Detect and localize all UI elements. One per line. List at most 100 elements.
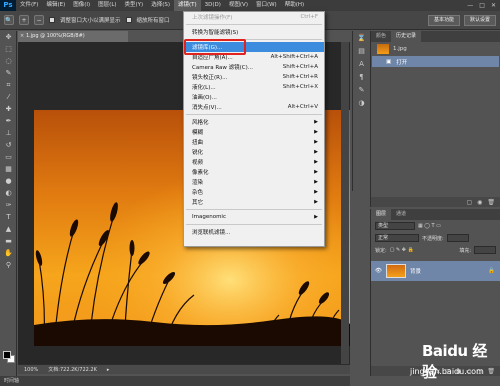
paragraph-panel-icon[interactable]: ¶ (353, 70, 370, 83)
layer-background[interactable]: 👁 背景 🔒 (371, 261, 500, 281)
tab-color[interactable]: 颜色 (371, 31, 391, 42)
type-tool-icon[interactable]: T (0, 211, 17, 223)
filter-menu-item[interactable]: 像素化 ▶ (184, 167, 324, 177)
zoom-level[interactable]: 100% (24, 367, 38, 373)
tab-layers[interactable]: 图层 (371, 209, 392, 220)
menu-item[interactable]: 编辑(E) (42, 0, 69, 11)
gradient-tool-icon[interactable]: ▦ (0, 163, 17, 175)
fill-field[interactable] (474, 246, 496, 254)
brush-tool-icon[interactable]: ✒ (0, 115, 17, 127)
filter-menu-item[interactable]: 液化(L)... Shift+Ctrl+X (184, 82, 324, 92)
tab-history[interactable]: 历史记录 (391, 31, 422, 42)
menu-item[interactable]: 3D(D) (201, 0, 225, 11)
menu-item[interactable]: 文件(F) (16, 0, 42, 11)
menu-item[interactable]: 选择(S) (147, 0, 174, 11)
filter-menu-item[interactable]: 模糊 ▶ (184, 127, 324, 137)
menu-item[interactable]: 窗口(W) (252, 0, 281, 11)
photoshop-logo: Ps (0, 0, 16, 11)
window-controls: — □ ✕ (467, 2, 500, 9)
filter-menu-item[interactable]: 扭曲 ▶ (184, 137, 324, 147)
menu-item[interactable]: 滤镜(T) (173, 0, 201, 11)
shape-tool-icon[interactable]: ▬ (0, 235, 17, 247)
menu-item[interactable]: 图层(L) (94, 0, 120, 11)
new-document-icon[interactable]: ▢ (466, 199, 472, 206)
filter-menu-item-label: 像素化 (192, 170, 209, 176)
dodge-tool-icon[interactable]: ◐ (0, 187, 17, 199)
filter-menu-item[interactable]: 镜头校正(R)... Shift+Ctrl+R (184, 72, 324, 82)
crop-tool-icon[interactable]: ⌗ (0, 79, 17, 91)
timeline-tab[interactable]: 时间轴 (0, 376, 350, 386)
filter-menu-item-label: 油画(O)... (192, 95, 217, 101)
trash-icon[interactable]: 🗑 (487, 199, 495, 206)
filter-menu-item[interactable]: 锐化 ▶ (184, 147, 324, 157)
zoom-tool-icon[interactable]: 🔍 (4, 15, 14, 25)
history-snapshot[interactable]: 1.jpg (371, 42, 500, 56)
vertical-scrollbar[interactable] (341, 42, 349, 364)
character-panel-icon[interactable]: A (353, 57, 370, 70)
kind-filter-select[interactable]: 类型 (375, 222, 415, 230)
workspace-button[interactable]: 基本功能 (428, 15, 460, 26)
zoom-tool-box-icon[interactable]: ⚲ (0, 259, 17, 271)
blur-tool-icon[interactable]: ● (0, 175, 17, 187)
menu-item[interactable]: 类型(Y) (121, 0, 148, 11)
lasso-tool-icon[interactable]: ◌ (0, 55, 17, 67)
eye-icon[interactable]: 👁 (375, 268, 382, 274)
quick-select-tool-icon[interactable]: ✎ (0, 67, 17, 79)
filter-menu-item[interactable]: 杂色 ▶ (184, 187, 324, 197)
filter-menu-item[interactable]: Imagenomic ▶ (184, 212, 324, 222)
marquee-tool-icon[interactable]: ⬚ (0, 43, 17, 55)
history-step[interactable]: ▣ 打开 (372, 56, 499, 67)
brush-panel-icon[interactable]: ✎ (353, 83, 370, 96)
filter-menu-shortcut: Shift+Ctrl+A (282, 64, 318, 70)
resize-windows-label: 调整窗口大小以满屏显示 (60, 18, 121, 24)
filter-menu-item-label: 其它 (192, 200, 204, 206)
filter-menu-item[interactable]: 其它 ▶ (184, 197, 324, 207)
hand-tool-icon[interactable]: ✋ (0, 247, 17, 259)
filter-menu-item-label: Imagenomic (192, 214, 226, 220)
close-button[interactable]: ✕ (491, 2, 496, 9)
healing-tool-icon[interactable]: ✚ (0, 103, 17, 115)
history-panel-tabs: 颜色 历史记录 (371, 31, 500, 42)
resize-windows-checkbox[interactable] (49, 17, 55, 23)
snapshot-icon[interactable]: ◉ (477, 199, 482, 206)
stamp-tool-icon[interactable]: ⊥ (0, 127, 17, 139)
pen-tool-icon[interactable]: ✑ (0, 199, 17, 211)
filter-menu-item[interactable]: 风格化 ▶ (184, 117, 324, 127)
maximize-button[interactable]: □ (479, 2, 485, 9)
status-arrow-icon[interactable]: ▸ (107, 367, 110, 373)
menu-item[interactable]: 帮助(H) (281, 0, 308, 11)
path-select-tool-icon[interactable]: ▲ (0, 223, 17, 235)
menu-item[interactable]: 视图(V) (225, 0, 252, 11)
eraser-tool-icon[interactable]: ▭ (0, 151, 17, 163)
tab-channels[interactable]: 通道 (391, 209, 411, 220)
history-brush-icon[interactable]: ↺ (0, 139, 17, 151)
filter-menu-item[interactable]: 油画(O)... (184, 92, 324, 102)
filter-menu-item[interactable]: 消失点(V)... Alt+Ctrl+V (184, 102, 324, 112)
zoom-all-checkbox[interactable] (125, 17, 132, 23)
close-tab-icon[interactable]: × (20, 31, 24, 42)
blend-mode-select[interactable]: 正常 (375, 234, 419, 242)
properties-panel-icon[interactable]: ▤ (353, 44, 370, 57)
foreground-color[interactable] (3, 351, 11, 359)
submenu-arrow-icon: ▶ (314, 199, 318, 205)
history-panel-icon[interactable]: ⌛ (353, 31, 370, 44)
layer-name: 背景 (409, 269, 421, 275)
zoom-out-icon[interactable]: − (34, 15, 44, 25)
filter-menu-item[interactable]: 转换为智能滤镜(S) (184, 27, 324, 37)
document-tab[interactable]: × 1.jpg @ 100%(RGB/8#) (18, 31, 128, 42)
default-button[interactable]: 默认设置 (464, 15, 496, 26)
lock-icons[interactable]: ▢ ✎ ✥ 🔒 (390, 247, 414, 253)
filter-menu-item[interactable]: 浏览联机滤镜... (184, 227, 324, 237)
minimize-button[interactable]: — (467, 2, 473, 9)
filter-icons[interactable]: ▦ ◯ T ▭ (418, 223, 441, 229)
zoom-in-icon[interactable]: + (19, 15, 29, 25)
opacity-field[interactable] (446, 234, 469, 242)
filter-menu-item[interactable]: 视频 ▶ (184, 157, 324, 167)
eyedropper-tool-icon[interactable]: ⁄ (0, 91, 17, 103)
filter-menu-item[interactable]: Camera Raw 滤镜(C)... Shift+Ctrl+A (184, 62, 324, 72)
move-tool-icon[interactable]: ✥ (0, 31, 17, 43)
adjustments-panel-icon[interactable]: ◑ (353, 96, 370, 109)
filter-menu-item[interactable]: 渲染 ▶ (184, 177, 324, 187)
color-swatches[interactable] (3, 351, 15, 363)
menu-item[interactable]: 图像(I) (69, 0, 94, 11)
